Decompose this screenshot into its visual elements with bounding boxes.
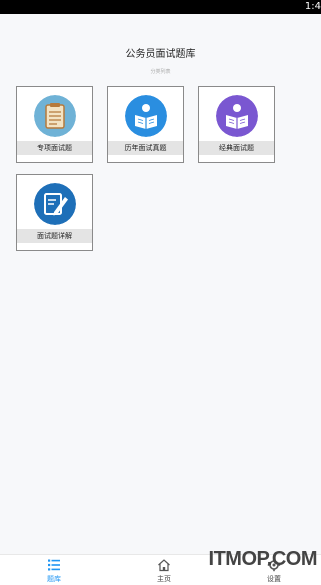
category-card-explained[interactable]: 面试题详解 (16, 174, 93, 251)
tab-label: 设置 (267, 575, 281, 583)
category-card-classic[interactable]: 经典面试题 (198, 86, 275, 163)
home-icon (158, 559, 170, 572)
reader-book-icon (124, 95, 167, 137)
status-bar: 1:4 (0, 0, 321, 14)
status-time: 1:4 (304, 1, 321, 12)
list-icon (48, 559, 60, 571)
category-card-special[interactable]: 专项面试题 (16, 86, 93, 163)
edit-pen-icon (33, 183, 76, 225)
category-card-past-years[interactable]: 历年面试真题 (107, 86, 184, 163)
reader-book-icon (215, 95, 258, 137)
page-title: 公务员面试题库 (125, 49, 196, 60)
category-label: 面试题详解 (17, 229, 92, 243)
page-subtitle: 分类列表 (150, 69, 171, 75)
watermark: ITMOP.COM (208, 548, 318, 570)
tab-home[interactable]: 主页 (149, 558, 179, 584)
clipboard-icon (33, 95, 76, 137)
category-label: 经典面试题 (199, 141, 274, 155)
tab-question-bank[interactable]: 题库 (39, 558, 69, 584)
category-label: 历年面试真题 (108, 141, 183, 155)
tab-label: 主页 (157, 575, 171, 583)
category-label: 专项面试题 (17, 141, 92, 155)
tab-label: 题库 (47, 575, 61, 583)
